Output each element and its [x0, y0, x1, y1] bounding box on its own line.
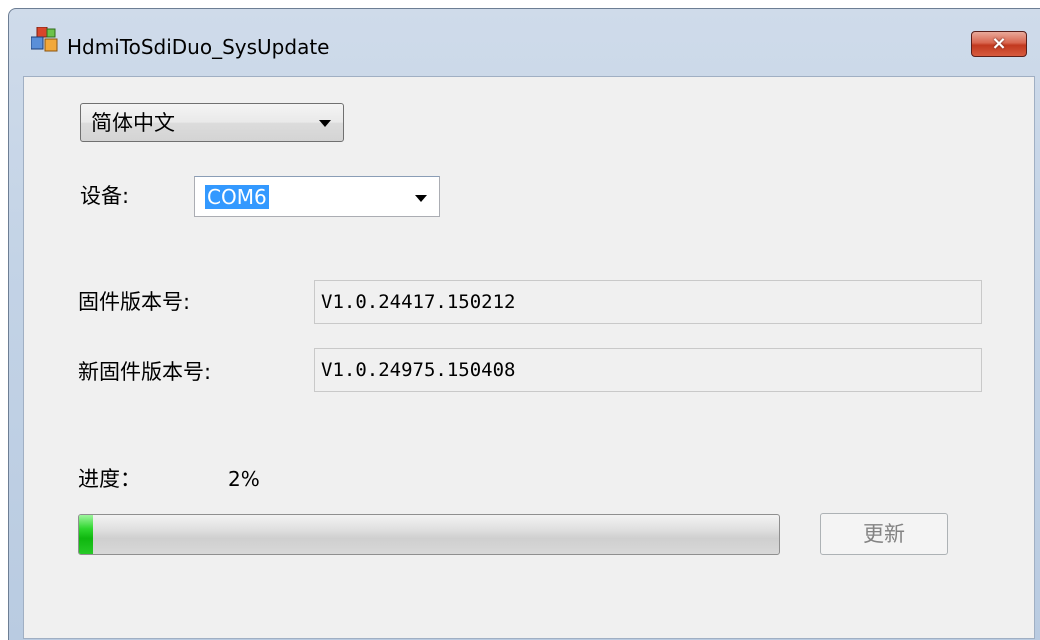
firmware-version-value: V1.0.24417.150212 [321, 291, 516, 313]
chevron-down-icon [415, 195, 427, 202]
new-firmware-version-value: V1.0.24975.150408 [321, 359, 516, 381]
new-firmware-version-field[interactable]: V1.0.24975.150408 [314, 348, 982, 392]
device-combo[interactable]: COM6 [194, 176, 440, 217]
update-button[interactable]: 更新 [820, 513, 948, 555]
close-button[interactable]: × [971, 31, 1027, 57]
client-area: 简体中文 设备: COM6 固件版本号: V1.0.24417.150212 新… [23, 76, 1035, 639]
firmware-version-field[interactable]: V1.0.24417.150212 [314, 280, 982, 324]
chevron-down-icon [319, 120, 331, 127]
new-firmware-version-label: 新固件版本号: [78, 360, 212, 384]
language-select[interactable]: 简体中文 [80, 103, 344, 142]
app-icon [31, 27, 58, 52]
progress-label: 进度： [78, 467, 141, 491]
window-title: HdmiToSdiDuo_SysUpdate [67, 35, 330, 59]
title-bar[interactable]: HdmiToSdiDuo_SysUpdate × [9, 9, 1040, 59]
progress-bar [78, 514, 780, 555]
device-combo-value: COM6 [205, 185, 269, 209]
progress-fill [79, 515, 93, 554]
app-window: HdmiToSdiDuo_SysUpdate × 简体中文 设备: COM6 固… [8, 8, 1040, 640]
close-icon: × [991, 33, 1007, 54]
language-select-value: 简体中文 [91, 111, 175, 135]
firmware-version-label: 固件版本号: [78, 290, 191, 314]
progress-percent: 2% [228, 467, 260, 491]
device-label: 设备: [80, 184, 130, 208]
